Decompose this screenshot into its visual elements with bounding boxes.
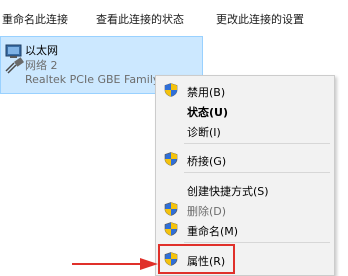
- menu-item-diagnose[interactable]: 诊断(I): [156, 120, 334, 140]
- command-bar: 重命名此连接 查看此连接的状态 更改此连接的设置: [0, 0, 348, 34]
- menu-separator: [184, 172, 330, 173]
- menu-item-disable[interactable]: 禁用(B): [156, 80, 334, 100]
- adapter-network-status: 网络 2: [25, 59, 58, 72]
- pointer-arrow-icon: [72, 258, 158, 270]
- change-connection-settings-button[interactable]: 更改此连接的设置: [216, 11, 304, 27]
- menu-item-bridge[interactable]: 桥接(G): [156, 149, 334, 169]
- menu-item-label: 删除(D): [187, 205, 227, 218]
- view-connection-status-button[interactable]: 查看此连接的状态: [96, 11, 184, 27]
- menu-separator: [184, 242, 330, 243]
- menu-item-label: 状态(U): [187, 106, 228, 119]
- menu-item-delete: 删除(D): [156, 199, 334, 219]
- uac-shield-icon: [164, 83, 178, 97]
- menu-item-label: 创建快捷方式(S): [187, 185, 269, 198]
- rename-connection-button[interactable]: 重命名此连接: [2, 11, 68, 27]
- menu-item-rename[interactable]: 重命名(M): [156, 219, 334, 239]
- network-adapter-icon: [5, 44, 24, 74]
- uac-shield-icon: [164, 202, 178, 216]
- menu-separator: [184, 143, 330, 144]
- adapter-name: 以太网: [25, 44, 58, 57]
- uac-shield-icon: [164, 152, 178, 166]
- menu-item-create-shortcut[interactable]: 创建快捷方式(S): [156, 179, 334, 199]
- uac-shield-icon: [164, 222, 178, 236]
- menu-item-label: 诊断(I): [187, 126, 221, 139]
- menu-item-status[interactable]: 状态(U): [156, 100, 334, 120]
- menu-item-label: 重命名(M): [187, 225, 239, 238]
- properties-highlight-box: [158, 244, 235, 274]
- menu-item-label: 桥接(G): [187, 155, 227, 168]
- menu-item-label: 禁用(B): [187, 86, 226, 99]
